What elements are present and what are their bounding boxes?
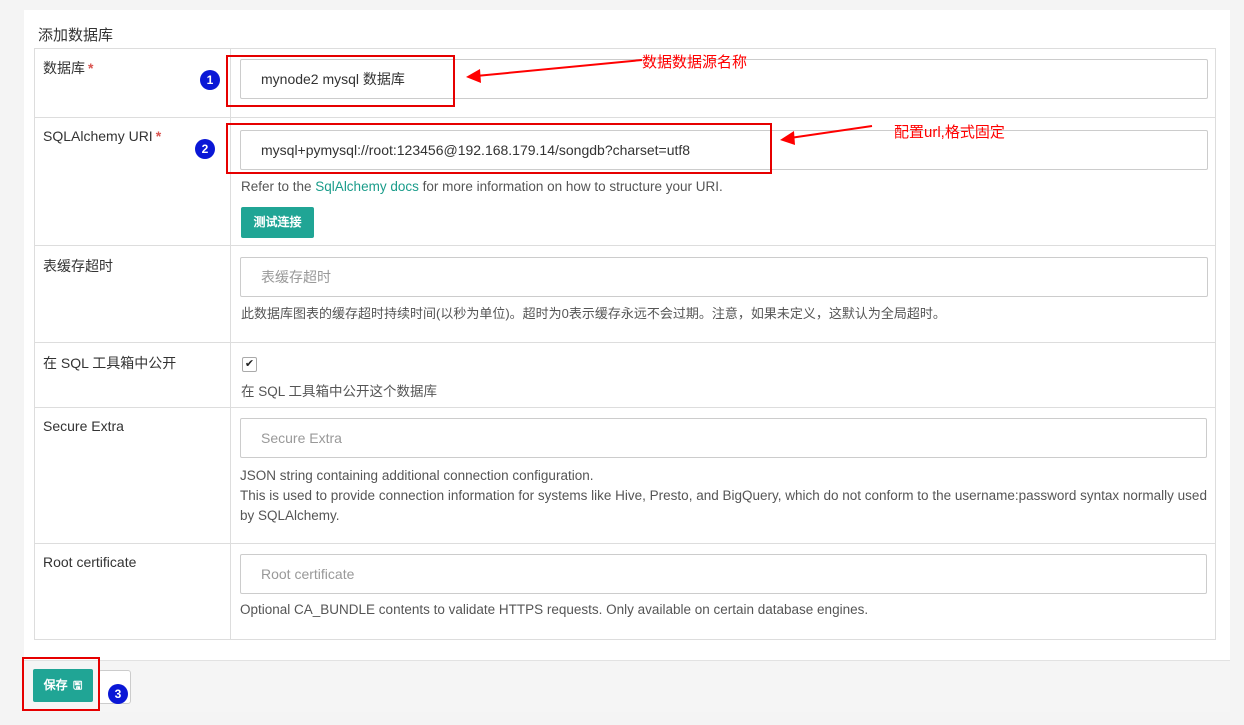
secure-extra-help: JSON string containing additional connec… [240, 466, 1210, 526]
secure-extra-help-line2: This is used to provide connection infor… [240, 488, 1207, 523]
expose-sqllab-help: 在 SQL 工具箱中公开这个数据库 [241, 384, 438, 399]
cache-timeout-input[interactable]: 表缓存超时 [240, 257, 1208, 297]
cache-timeout-help: 此数据库图表的缓存超时持续时间(以秒为单位)。超时为0表示缓存永远不会过期。注意… [241, 306, 946, 321]
expose-sqllab-checkbox[interactable]: ✔ [242, 357, 257, 372]
required-mark: * [155, 128, 162, 144]
annotation-step-1: 1 [200, 70, 220, 90]
annotation-step-2: 2 [195, 139, 215, 159]
annotation-box-save [22, 657, 100, 711]
annotation-box-uri [226, 123, 772, 174]
annotation-note-2: 配置url,格式固定 [894, 124, 1005, 141]
sqlalchemy-uri-help: Refer to the SqlAlchemy docs for more in… [241, 177, 723, 197]
sqlalchemy-uri-label: SQLAlchemy URI * [34, 118, 231, 245]
test-connection-button[interactable]: 测试连接 [241, 207, 314, 238]
database-label-text: 数据库 [43, 60, 85, 76]
secure-extra-input[interactable]: Secure Extra [240, 418, 1207, 458]
annotation-note-1: 数据数据源名称 [642, 54, 748, 71]
required-mark: * [88, 60, 94, 76]
root-certificate-label: Root certificate [34, 544, 231, 640]
help-text: for more information on how to structure… [418, 179, 723, 194]
secure-extra-label-text: Secure Extra [43, 418, 124, 434]
help-text: Refer to the [241, 179, 316, 194]
expose-sqllab-label: 在 SQL 工具箱中公开 [34, 343, 231, 407]
sqlalchemy-uri-label-text: SQLAlchemy URI [43, 128, 153, 144]
cache-timeout-label-text: 表缓存超时 [43, 258, 113, 274]
root-certificate-label-text: Root certificate [43, 554, 137, 570]
page-title: 添加数据库 [38, 27, 114, 44]
sqlalchemy-docs-link[interactable]: SqlAlchemy docs [315, 179, 419, 194]
root-certificate-input[interactable]: Root certificate [240, 554, 1207, 594]
expose-sqllab-label-text: 在 SQL 工具箱中公开 [43, 355, 177, 371]
secure-extra-help-line1: JSON string containing additional connec… [240, 468, 594, 483]
secure-extra-label: Secure Extra [34, 408, 231, 543]
root-certificate-help: Optional CA_BUNDLE contents to validate … [240, 602, 869, 617]
annotation-step-3: 3 [108, 684, 128, 704]
row-expose-sqllab: 在 SQL 工具箱中公开 [34, 343, 1216, 408]
cache-timeout-label: 表缓存超时 [34, 246, 231, 342]
annotation-box-database [226, 55, 455, 107]
form-footer [24, 660, 1230, 712]
